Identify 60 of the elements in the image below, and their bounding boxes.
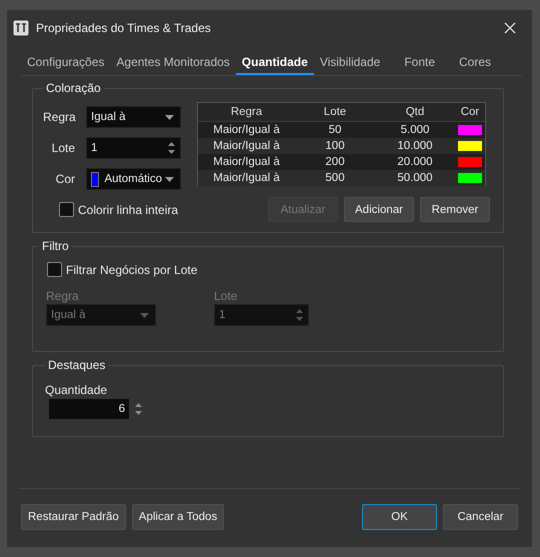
column-header[interactable]: Regra	[198, 106, 295, 118]
button[interactable]: Restaurar Padrão	[21, 504, 126, 530]
checkbox-label: Filtrar Negócios por Lote	[66, 262, 198, 276]
dropdown-arrow-icon	[165, 176, 174, 182]
field-label: Quantidade	[45, 383, 108, 397]
table-cell-text: 10.000	[396, 140, 434, 152]
column-header[interactable]: Lote	[295, 106, 375, 118]
button[interactable]: Cancelar	[443, 504, 518, 530]
field-label: Regra	[43, 110, 75, 124]
dropdown-value: Automático	[104, 173, 162, 185]
field-label: Lote	[50, 141, 75, 155]
table-cell-text: Maior/Igual à	[212, 156, 281, 168]
button[interactable]: Remover	[420, 197, 490, 222]
dropdown[interactable]: Igual à	[86, 106, 181, 128]
table-cell-text: 50	[328, 124, 342, 136]
tab[interactable]: Fonte	[386, 55, 453, 75]
window-title: Propriedades do Times & Trades	[36, 21, 212, 35]
button[interactable]: OK	[362, 504, 437, 530]
field-label: Regra	[46, 289, 80, 303]
table-cell-text: 20.000	[396, 156, 434, 168]
table-cell-text: Maior/Igual à	[212, 124, 281, 136]
close-icon[interactable]	[504, 22, 516, 34]
table-cell-text: 50.000	[396, 172, 434, 184]
tab[interactable]: Visibilidade	[314, 55, 386, 75]
button[interactable]: Aplicar a Todos	[132, 504, 224, 530]
field-value: 1	[91, 142, 98, 154]
dropdown-value: Igual à	[91, 111, 127, 123]
table-cell-text: Maior/Igual à	[212, 172, 281, 184]
group-title: Coloração	[45, 81, 102, 95]
field-label: Lote	[214, 289, 238, 303]
field-value: 6	[49, 399, 129, 419]
spin-field[interactable]: 1	[86, 137, 181, 159]
tab[interactable]: Quantidade	[236, 55, 314, 75]
dropdown-value: Igual à	[51, 309, 87, 321]
table-cell-text: 100	[324, 140, 346, 152]
field-label: Cor	[54, 172, 75, 186]
table-cell-text: 200	[324, 156, 346, 168]
spin-field[interactable]: 6	[45, 398, 141, 420]
spin-arrows-icon	[134, 402, 143, 416]
tab[interactable]: Configurações	[21, 55, 110, 75]
button[interactable]: Adicionar	[344, 197, 414, 222]
table-cell-text: 500	[324, 172, 346, 184]
tab[interactable]: Cores	[453, 55, 498, 75]
table-cell-text: 5.000	[400, 124, 430, 136]
checkbox-label: Colorir linha inteira	[78, 202, 178, 216]
color-dropdown[interactable]: Automático	[86, 168, 181, 190]
checkbox[interactable]	[59, 202, 74, 217]
group-title: Filtro	[41, 239, 70, 253]
dropdown-arrow-icon	[165, 114, 174, 120]
column-header[interactable]: Qtd	[375, 106, 455, 118]
field-value: 1	[219, 309, 226, 321]
group-title: Destaques	[47, 358, 106, 372]
app-icon	[13, 20, 29, 36]
checkbox[interactable]	[47, 262, 62, 277]
dropdown-arrow-icon	[140, 312, 149, 318]
spin-arrows-icon	[295, 308, 304, 322]
column-header[interactable]: Cor	[455, 106, 485, 118]
tab[interactable]: Agentes Monitorados	[110, 55, 236, 75]
table-cell-text: Maior/Igual à	[212, 140, 281, 152]
spin-arrows-icon	[167, 141, 176, 155]
